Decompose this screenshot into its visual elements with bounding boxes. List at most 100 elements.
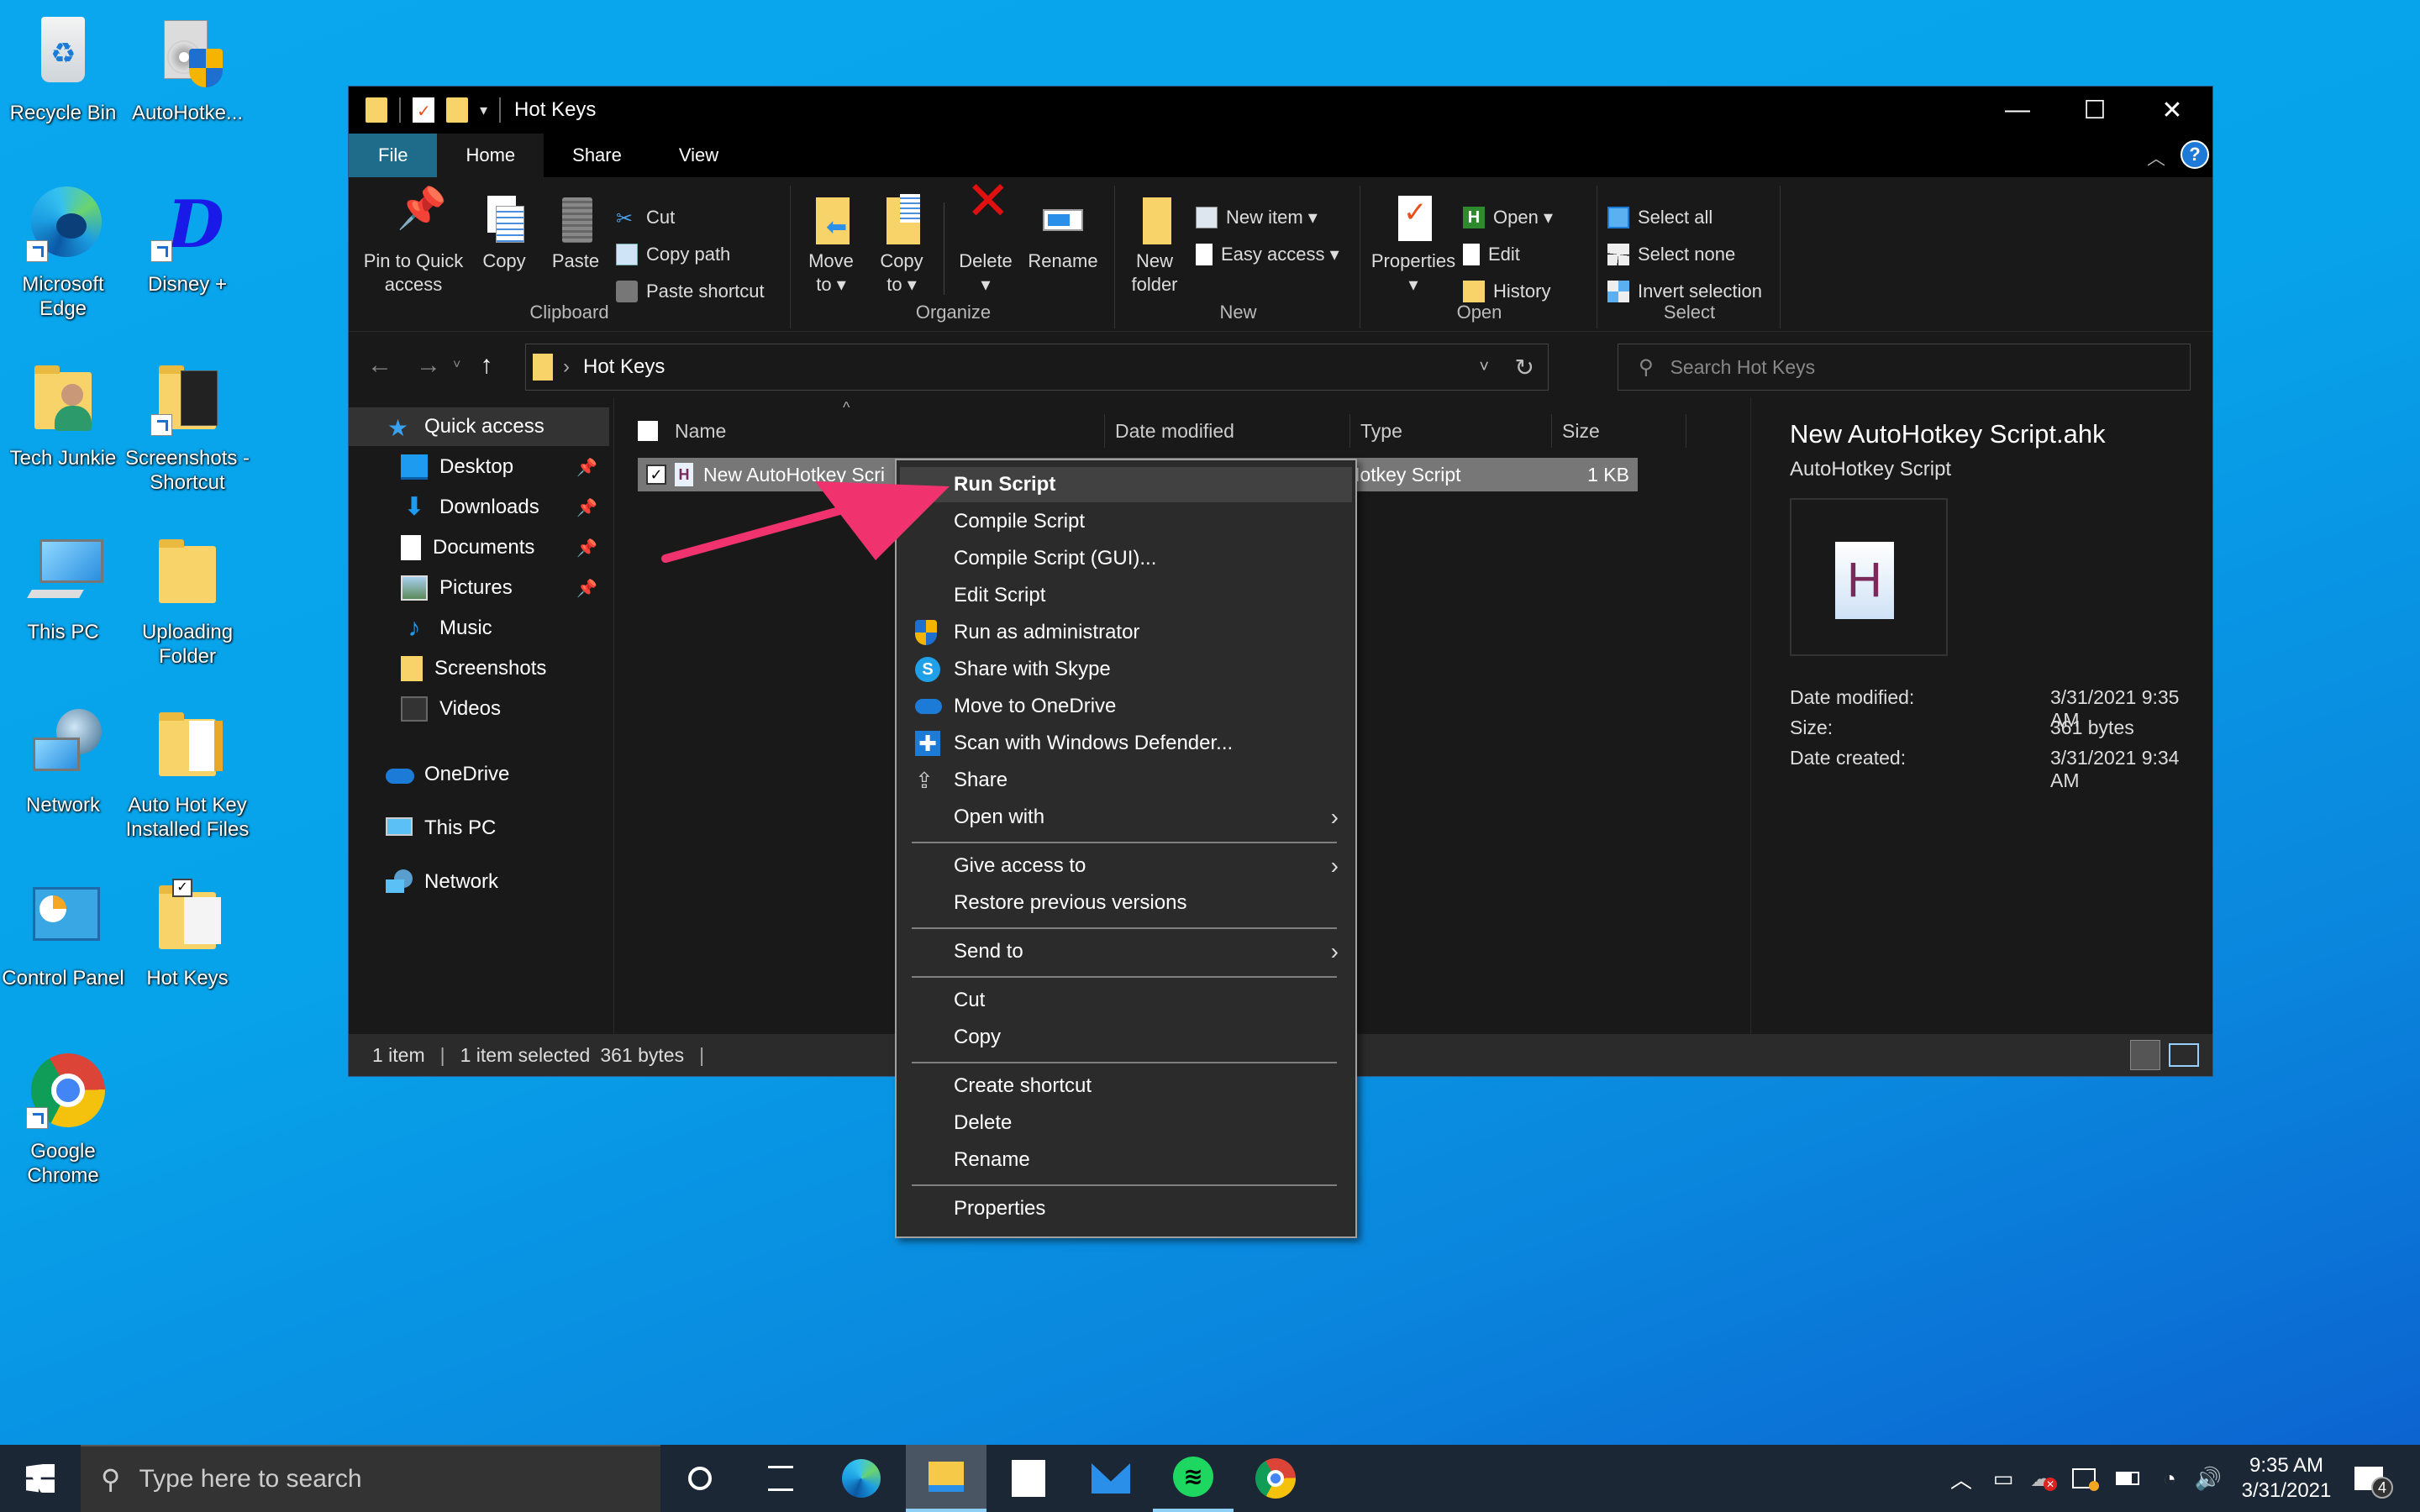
taskbar-spotify[interactable]: ≋ <box>1153 1445 1234 1512</box>
desktop-icon-hot-keys[interactable]: ✓ Hot Keys <box>124 877 250 990</box>
desktop-icon-screenshots-shortcut[interactable]: Screenshots - Shortcut <box>124 357 250 495</box>
select-all-checkbox[interactable] <box>638 421 658 441</box>
menu-item-share[interactable]: ⇪ Share <box>900 763 1352 798</box>
volume-icon[interactable]: 🔊 <box>2188 1445 2228 1512</box>
large-icons-view-button[interactable] <box>2169 1043 2199 1067</box>
title-bar[interactable]: ✓ ▾ Hot Keys — ☐ ✕ <box>349 87 2212 134</box>
nav-pictures[interactable]: Pictures 📌 <box>349 569 609 607</box>
nav-music[interactable]: ♪ Music <box>349 609 609 648</box>
delete-button[interactable]: ✕ Delete ▾ <box>952 174 1019 297</box>
customize-quick-access-icon[interactable]: ▾ <box>480 102 487 119</box>
desktop-icon-tech-junkie[interactable]: Tech Junkie <box>0 357 126 470</box>
menu-item-compile-script-gui[interactable]: Compile Script (GUI)... <box>900 541 1352 576</box>
close-button[interactable]: ✕ <box>2133 87 2211 134</box>
menu-item-send-to[interactable]: Send to › <box>900 934 1352 969</box>
nav-downloads[interactable]: ⬇ Downloads 📌 <box>349 488 609 527</box>
menu-item-share-with-skype[interactable]: S Share with Skype <box>900 652 1352 687</box>
nav-this-pc[interactable]: This PC <box>349 809 609 848</box>
pin-icon[interactable]: 📌 <box>576 578 597 599</box>
open-button[interactable]: H Open ▾ <box>1463 202 1553 233</box>
taskbar-mail[interactable] <box>1071 1445 1151 1512</box>
nav-quick-access[interactable]: ★ Quick access <box>349 407 609 446</box>
column-header-type[interactable]: Type <box>1350 414 1552 448</box>
meet-now-icon[interactable]: ▭ <box>1985 1445 2022 1512</box>
menu-item-create-shortcut[interactable]: Create shortcut <box>900 1068 1352 1104</box>
collapse-ribbon-icon[interactable]: ︿ <box>2147 144 2165 171</box>
up-button[interactable]: ↑ <box>470 351 503 380</box>
select-all-button[interactable]: Select all <box>1607 202 1712 233</box>
desktop-icon-autohotkey[interactable]: AutoHotke... <box>124 12 250 125</box>
taskbar-store[interactable] <box>988 1445 1069 1512</box>
pin-to-quick-access-button[interactable]: 📌 Pin to Quick access <box>357 189 470 297</box>
taskbar-search-box[interactable]: ⚲ Type here to search <box>81 1445 660 1512</box>
column-header-date-modified[interactable]: Date modified <box>1105 414 1350 448</box>
pin-icon[interactable]: 📌 <box>576 457 597 478</box>
clock[interactable]: 9:35 AM 3/31/2021 <box>2232 1445 2341 1512</box>
menu-item-rename[interactable]: Rename <box>900 1142 1352 1178</box>
forward-button[interactable]: → <box>404 351 453 380</box>
move-to-button[interactable]: ⬅ Move to ▾ <box>801 194 861 297</box>
breadcrumb-hot-keys[interactable]: Hot Keys <box>583 355 665 379</box>
back-button[interactable]: ← <box>355 351 404 380</box>
address-bar[interactable]: › Hot Keys ˅ ↻ <box>525 344 1549 391</box>
nav-onedrive[interactable]: OneDrive <box>349 755 609 794</box>
taskbar-chrome[interactable] <box>1235 1445 1316 1512</box>
cut-button[interactable]: ✂ Cut <box>616 202 675 233</box>
task-view-button[interactable] <box>740 1445 821 1512</box>
menu-item-move-to-onedrive[interactable]: Move to OneDrive <box>900 689 1352 724</box>
taskbar-edge[interactable] <box>821 1445 902 1512</box>
menu-item-run-as-administrator[interactable]: Run as administrator <box>900 615 1352 650</box>
wifi-icon[interactable]: ◔ <box>2149 1445 2190 1512</box>
checkbox-icon[interactable]: ✓ <box>172 879 192 897</box>
maximize-button[interactable]: ☐ <box>2056 87 2133 134</box>
menu-item-properties[interactable]: Properties <box>900 1191 1352 1226</box>
battery-icon[interactable] <box>2107 1445 2148 1512</box>
desktop-icon-this-pc[interactable]: This PC <box>0 531 126 644</box>
minimize-button[interactable]: — <box>1979 87 2056 134</box>
action-center-button[interactable]: 4 <box>2344 1445 2403 1512</box>
screen-sync-icon[interactable] <box>2065 1445 2106 1512</box>
desktop-icon-edge[interactable]: Microsoft Edge <box>0 183 126 321</box>
pin-icon[interactable]: 📌 <box>576 538 597 559</box>
taskbar-file-explorer[interactable] <box>906 1445 986 1512</box>
menu-item-run-script[interactable]: Run Script <box>900 467 1352 502</box>
copy-button[interactable]: Copy <box>475 194 534 273</box>
menu-item-compile-script[interactable]: Compile Script <box>900 504 1352 539</box>
menu-item-open-with[interactable]: Open with › <box>900 800 1352 835</box>
menu-item-cut[interactable]: Cut <box>900 983 1352 1018</box>
menu-item-restore-previous-versions[interactable]: Restore previous versions <box>900 885 1352 921</box>
copy-to-button[interactable]: Copy to ▾ <box>871 194 932 297</box>
tab-view[interactable]: View <box>650 134 747 177</box>
details-view-button[interactable] <box>2130 1040 2160 1070</box>
new-folder-quick-icon[interactable] <box>446 97 468 123</box>
menu-item-give-access-to[interactable]: Give access to › <box>900 848 1352 884</box>
properties-quick-icon[interactable]: ✓ <box>413 97 434 123</box>
recent-locations-icon[interactable]: ˅ <box>453 358 470 373</box>
search-input[interactable]: ⚲ Search Hot Keys <box>1618 344 2191 391</box>
properties-button[interactable]: ✓ Properties ▾ <box>1367 194 1460 297</box>
desktop-icon-control-panel[interactable]: Control Panel <box>0 877 126 990</box>
desktop-icon-ahk-installed-files[interactable]: Auto Hot Key Installed Files <box>124 704 250 842</box>
select-none-button[interactable]: Select none <box>1607 239 1735 270</box>
paste-button[interactable]: Paste <box>542 194 609 273</box>
nav-network[interactable]: Network <box>349 863 609 901</box>
nav-videos[interactable]: Videos <box>349 690 609 728</box>
column-header-name[interactable]: Name <box>665 414 1105 448</box>
menu-item-edit-script[interactable]: Edit Script <box>900 578 1352 613</box>
start-button[interactable] <box>0 1445 81 1512</box>
new-item-button[interactable]: New item ▾ <box>1196 202 1318 233</box>
desktop-icon-uploading-folder[interactable]: Uploading Folder <box>124 531 250 669</box>
easy-access-button[interactable]: Easy access ▾ <box>1196 239 1339 270</box>
nav-screenshots[interactable]: Screenshots <box>349 649 609 688</box>
help-icon[interactable]: ? <box>2181 140 2209 169</box>
tab-share[interactable]: Share <box>544 134 650 177</box>
copy-path-button[interactable]: Copy path <box>616 239 730 270</box>
menu-item-copy[interactable]: Copy <box>900 1020 1352 1055</box>
nav-desktop[interactable]: Desktop 📌 <box>349 448 609 486</box>
column-header-size[interactable]: Size <box>1552 414 1686 448</box>
menu-item-delete[interactable]: Delete <box>900 1105 1352 1141</box>
rename-button[interactable]: Rename <box>1026 194 1100 273</box>
refresh-icon[interactable]: ↻ <box>1515 354 1534 381</box>
desktop-icon-network[interactable]: Network <box>0 704 126 817</box>
desktop-icon-disney-plus[interactable]: D Disney + <box>124 183 250 297</box>
